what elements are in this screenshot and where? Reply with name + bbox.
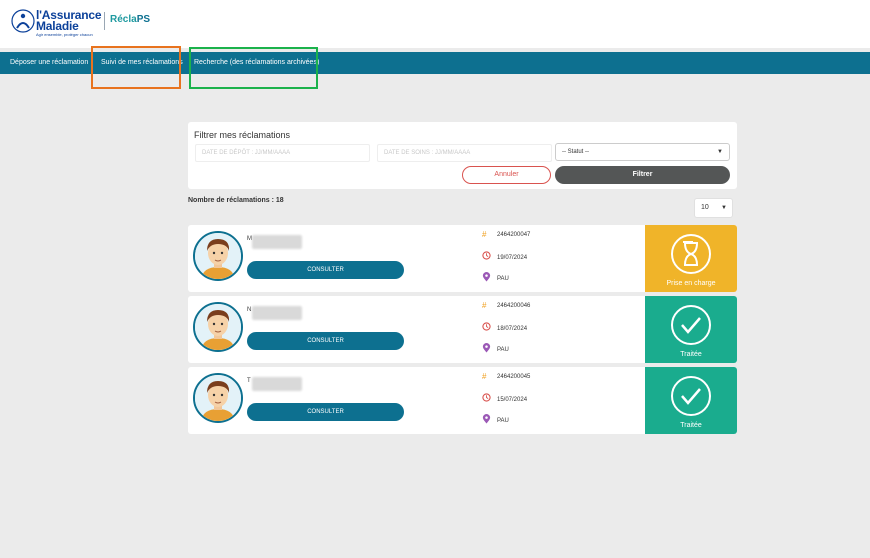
check-circle-icon [671,305,711,345]
filter-title: Filtrer mes réclamations [194,130,291,140]
per-page-select[interactable]: 10 ▼ [694,198,733,218]
status-select-value: -- Statut -- [562,149,590,155]
claims-count: Nombre de réclamations : 18 [188,197,284,204]
clock-icon [482,251,491,260]
claim-city: PAU [497,347,509,353]
claim-id: 2464200047 [497,232,531,238]
user-avatar-icon [195,233,241,279]
logo-tagline: Agir ensemble, protéger chacun [36,32,93,37]
user-avatar-icon [195,304,241,350]
filter-panel: Filtrer mes réclamations DATE DE DÉPÔT :… [188,122,737,189]
claim-card: N CONSULTER # 2464200046 18/07/2024 PAU … [188,296,737,363]
highlight-box-orange [91,46,181,89]
cancel-button[interactable]: Annuler [462,166,551,184]
nav-deposer-reclamation[interactable]: Déposer une réclamation [10,52,88,74]
status-badge: Traitée [645,296,737,363]
chevron-down-icon: ▼ [717,149,723,155]
status-select[interactable]: -- Statut -- ▼ [555,143,730,161]
location-pin-icon [482,343,491,353]
claim-patient-name: T [247,378,251,384]
claim-city: PAU [497,276,509,282]
status-badge: Traitée [645,367,737,434]
app-name-part-1: Récla [110,14,137,25]
logo-separator [104,12,105,30]
location-pin-icon [482,414,491,424]
hash-icon: # [482,301,487,310]
highlight-box-green [189,47,318,89]
claim-patient-name: N [247,307,252,313]
consulter-button[interactable]: CONSULTER [247,403,404,421]
claim-card: M CONSULTER # 2464200047 19/07/2024 PAU … [188,225,737,292]
filter-button[interactable]: Filtrer [555,166,730,184]
consulter-button[interactable]: CONSULTER [247,332,404,350]
avatar [193,302,243,352]
hash-icon: # [482,372,487,381]
consulter-button[interactable]: CONSULTER [247,261,404,279]
clock-icon [482,322,491,331]
check-circle-icon [671,376,711,416]
status-label: Traitée [680,351,702,358]
app-name-part-2: PS [136,14,151,25]
soins-date-input[interactable]: DATE DE SOINS : JJ/MM/AAAA [377,144,552,162]
per-page-value: 10 [701,204,709,211]
location-pin-icon [482,272,491,282]
logo-line-2: Maladie [36,19,79,33]
avatar [193,231,243,281]
redacted-name [252,306,302,320]
app-name: RéclaPS [110,14,150,25]
redacted-name [252,235,302,249]
top-header: l'Assurance Maladie Agir ensemble, proté… [0,0,870,48]
claim-date: 18/07/2024 [497,326,528,332]
user-avatar-icon [195,375,241,421]
claim-id: 2464200046 [497,303,531,309]
assurance-maladie-logo-icon [11,9,35,33]
status-label: Traitée [680,422,702,429]
claim-date: 19/07/2024 [497,255,528,261]
claim-card: T CONSULTER # 2464200045 15/07/2024 PAU … [188,367,737,434]
redacted-name [252,377,302,391]
claim-date: 15/07/2024 [497,397,528,403]
avatar [193,373,243,423]
status-badge: Prise en charge [645,225,737,292]
hourglass-icon [671,234,711,274]
clock-icon [482,393,491,402]
claim-id: 2464200045 [497,374,531,380]
chevron-down-icon: ▼ [721,205,727,211]
status-label: Prise en charge [666,280,716,287]
claim-city: PAU [497,418,509,424]
hash-icon: # [482,230,487,239]
depot-date-input[interactable]: DATE DE DÉPÔT : JJ/MM/AAAA [195,144,370,162]
